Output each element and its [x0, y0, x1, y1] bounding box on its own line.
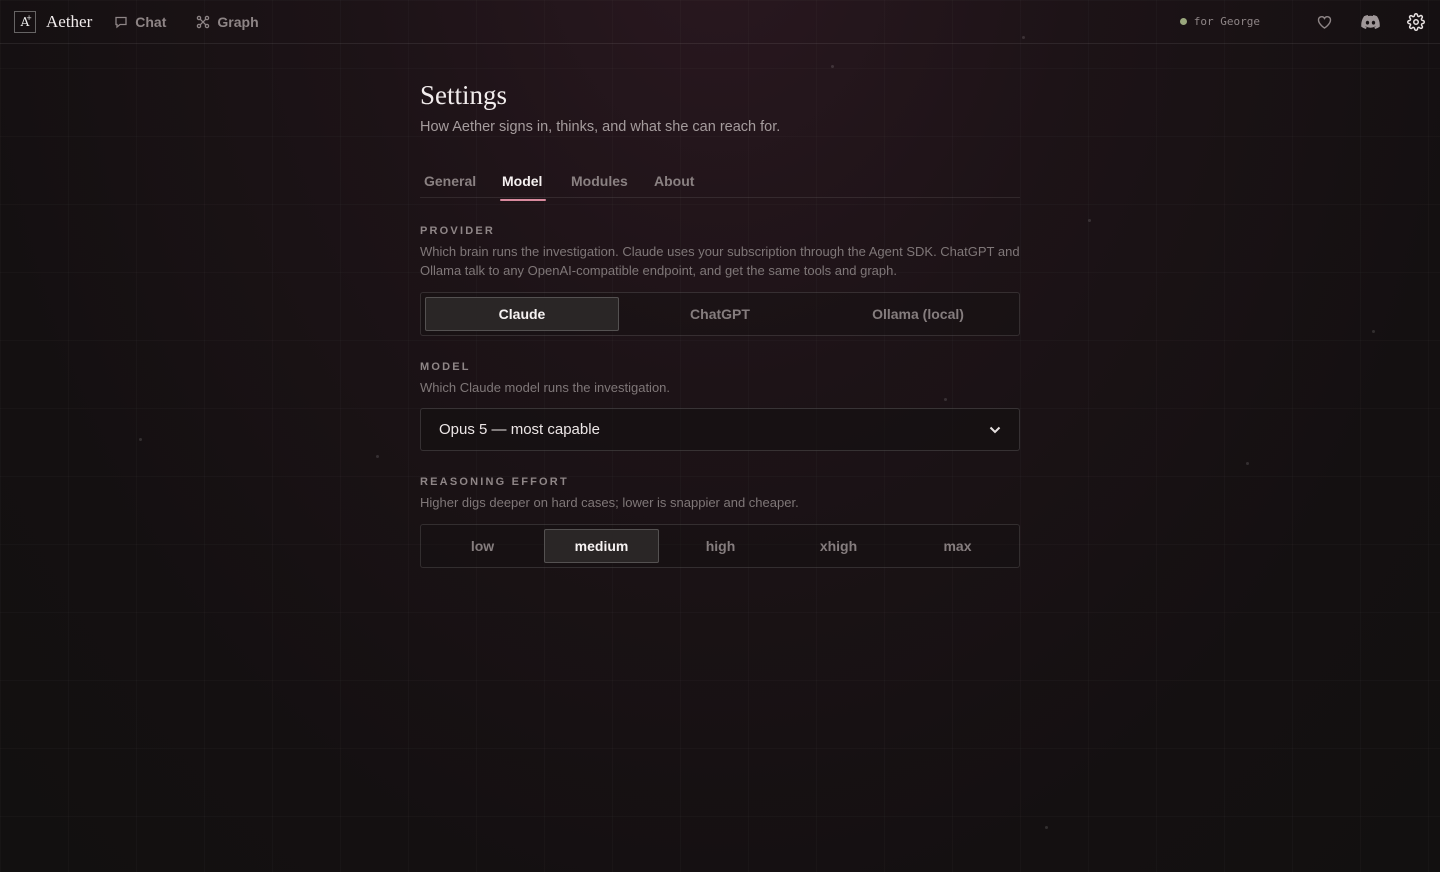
reasoning-option-xhigh[interactable]: xhigh [782, 529, 895, 563]
model-select-value: Opus 5 — most capable [439, 421, 600, 438]
user-label: for George [1193, 15, 1260, 28]
provider-option-chatgpt[interactable]: ChatGPT [624, 297, 816, 331]
reasoning-label: REASONING EFFORT [420, 476, 569, 488]
chevron-down-icon [989, 426, 1001, 433]
page-title: Settings [420, 80, 508, 110]
model-label: MODEL [420, 361, 471, 373]
nav-chat-label: Chat [135, 13, 167, 30]
graph-icon [197, 15, 210, 28]
background-dot [376, 455, 379, 458]
background-dot [1088, 219, 1091, 222]
page-subtitle: How Aether signs in, thinks, and what sh… [420, 119, 781, 135]
nav-graph[interactable]: Graph [196, 13, 259, 30]
background-dot [944, 398, 947, 401]
provider-option-ollama[interactable]: Ollama (local) [821, 297, 1015, 331]
model-select[interactable]: Opus 5 — most capable [420, 408, 1020, 451]
heart-icon[interactable] [1314, 12, 1334, 32]
app-logo: A + [14, 10, 36, 33]
chat-bubble-icon [115, 16, 127, 28]
top-bar: A + Aether Chat Graph for George [0, 0, 1440, 44]
status-dot [1179, 18, 1187, 25]
background-dot [139, 438, 142, 441]
tab-about[interactable]: About [654, 173, 694, 199]
brand[interactable]: A + Aether [14, 10, 93, 33]
background-dot [1045, 826, 1048, 829]
reasoning-option-high[interactable]: high [664, 529, 777, 563]
user-status: for George [1179, 15, 1260, 28]
provider-option-claude[interactable]: Claude [425, 297, 619, 331]
reasoning-option-max[interactable]: max [900, 529, 1015, 563]
nav-graph-label: Graph [217, 13, 259, 30]
tab-modules[interactable]: Modules [571, 173, 628, 199]
provider-selector: Claude ChatGPT Ollama (local) [420, 292, 1020, 336]
background-dot [831, 65, 834, 68]
provider-label: PROVIDER [420, 225, 496, 237]
nav-chat[interactable]: Chat [114, 14, 166, 30]
gear-icon[interactable] [1406, 12, 1426, 32]
reasoning-option-medium[interactable]: medium [544, 529, 659, 563]
discord-icon[interactable] [1360, 12, 1380, 32]
tab-general[interactable]: General [424, 173, 476, 199]
model-description: Which Claude model runs the investigatio… [420, 380, 671, 395]
reasoning-description: Higher digs deeper on hard cases; lower … [420, 495, 799, 510]
background-dot [1246, 462, 1249, 465]
app-name: Aether [46, 11, 93, 31]
tab-model[interactable]: Model [499, 173, 547, 201]
background-dot [1372, 330, 1375, 333]
reasoning-option-low[interactable]: low [426, 529, 539, 563]
reasoning-selector: low medium high xhigh max [420, 524, 1020, 568]
settings-tabs: General Model Modules About [420, 170, 1020, 201]
provider-description: Which brain runs the investigation. Clau… [420, 244, 1020, 278]
